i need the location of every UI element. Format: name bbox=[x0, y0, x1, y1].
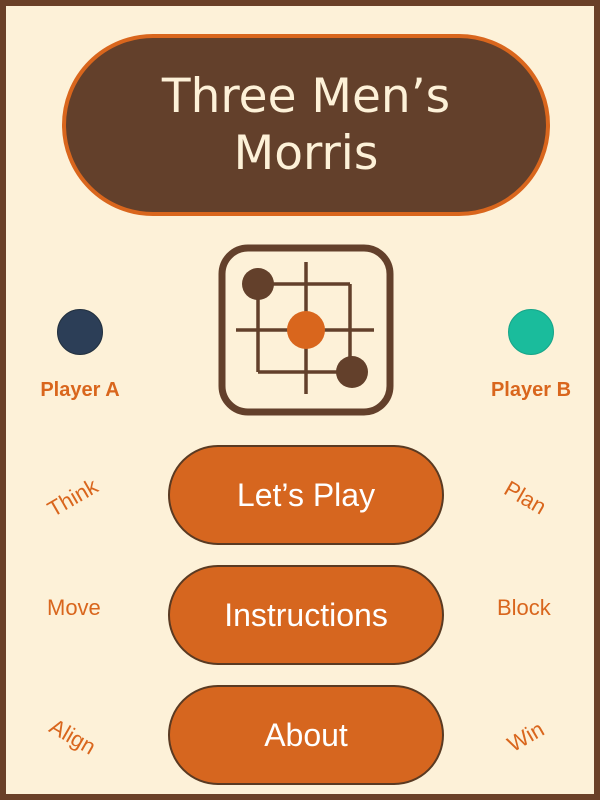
player-a: Player A bbox=[15, 309, 145, 402]
deco-word-think: Think bbox=[43, 473, 103, 522]
player-b: Player B bbox=[466, 309, 596, 402]
game-title: Three Men’s Morris bbox=[161, 69, 451, 181]
player-a-token-icon bbox=[57, 309, 103, 355]
app-frame: Three Men’s Morris Player A Player B Let… bbox=[0, 0, 600, 800]
dark-piece-icon bbox=[242, 268, 274, 300]
deco-word-block: Block bbox=[497, 595, 551, 620]
deco-word-plan: Plan bbox=[499, 475, 551, 520]
dark-piece-icon bbox=[336, 356, 368, 388]
deco-word-move: Move bbox=[47, 595, 101, 620]
deco-word-win: Win bbox=[503, 716, 549, 757]
lets-play-button[interactable]: Let’s Play bbox=[168, 445, 444, 545]
player-b-token-icon bbox=[508, 309, 554, 355]
instructions-button[interactable]: Instructions bbox=[168, 565, 444, 665]
player-a-label: Player A bbox=[40, 379, 120, 401]
player-b-label: Player B bbox=[490, 379, 572, 401]
about-button[interactable]: About bbox=[168, 685, 444, 785]
board-icon bbox=[218, 244, 394, 416]
title-banner: Three Men’s Morris bbox=[62, 34, 550, 216]
deco-word-align: Align bbox=[45, 713, 101, 760]
orange-piece-icon bbox=[287, 311, 325, 349]
